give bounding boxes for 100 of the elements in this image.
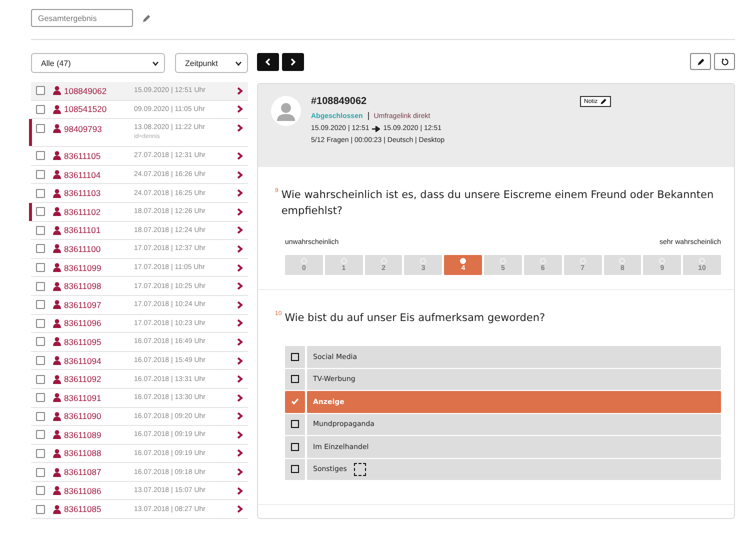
row-checkbox[interactable]: [36, 504, 45, 514]
row-checkbox[interactable]: [36, 124, 45, 134]
chevron-right-icon[interactable]: [237, 412, 243, 420]
chevron-right-icon[interactable]: [237, 430, 243, 439]
pencil-icon[interactable]: [142, 14, 151, 22]
chevron-right-icon[interactable]: [237, 105, 243, 114]
chevron-right-icon[interactable]: [237, 124, 243, 132]
person-icon: [53, 151, 61, 160]
person-icon: [53, 188, 61, 198]
row-checkbox[interactable]: [36, 263, 45, 272]
row-checkbox[interactable]: [36, 188, 45, 198]
option-checkbox: [291, 375, 299, 384]
row-checkbox[interactable]: [36, 468, 45, 477]
status-dropdown[interactable]: Alle (47): [31, 53, 165, 73]
reset-button[interactable]: [714, 53, 735, 70]
row-checkbox[interactable]: [36, 86, 45, 96]
chevron-right-icon[interactable]: [237, 264, 243, 272]
row-checkbox[interactable]: [36, 448, 45, 458]
response-id[interactable]: 83611096: [64, 318, 134, 328]
person-icon: [53, 86, 61, 96]
row-checkbox[interactable]: [36, 170, 45, 180]
response-id[interactable]: 83611085: [64, 504, 134, 514]
person-icon: [53, 207, 61, 216]
person-icon: [53, 486, 61, 496]
person-icon: [53, 104, 61, 114]
chevron-right-icon[interactable]: [237, 208, 243, 216]
chevron-right-icon[interactable]: [237, 375, 243, 384]
response-id[interactable]: 83611087: [64, 467, 134, 478]
row-checkbox[interactable]: [36, 356, 45, 366]
title-field[interactable]: Gesamtergebnis: [31, 9, 133, 27]
response-id[interactable]: 83611088: [64, 448, 134, 458]
chevron-right-icon[interactable]: [237, 319, 243, 328]
response-id[interactable]: 83611092: [64, 374, 134, 384]
row-checkbox[interactable]: [36, 226, 45, 235]
chevron-right-icon[interactable]: [237, 282, 243, 290]
chevron-right-icon[interactable]: [237, 189, 243, 198]
response-id[interactable]: 83611103: [64, 188, 134, 198]
chevron-right-icon[interactable]: [237, 170, 243, 179]
arrow-right-icon: [372, 126, 380, 132]
row-checkbox[interactable]: [36, 244, 45, 254]
response-id[interactable]: 98409793: [64, 124, 134, 134]
person-icon: [53, 468, 61, 477]
chevron-down-icon: [235, 60, 242, 66]
response-id[interactable]: 83611099: [64, 262, 134, 273]
response-id[interactable]: 83611098: [64, 281, 134, 292]
row-checkbox[interactable]: [36, 393, 45, 402]
response-id[interactable]: 83611102: [64, 206, 134, 217]
response-id[interactable]: 108541520: [64, 104, 134, 114]
chevron-right-icon[interactable]: [237, 394, 243, 402]
chevron-right-icon[interactable]: [237, 338, 243, 346]
row-checkbox[interactable]: [36, 300, 45, 310]
response-id[interactable]: 83611094: [64, 356, 134, 366]
pencil-icon: [600, 98, 607, 105]
row-checkbox[interactable]: [36, 151, 45, 160]
response-id[interactable]: 83611086: [64, 486, 134, 496]
response-id[interactable]: 83611091: [64, 392, 134, 403]
pencil-icon: [696, 58, 704, 66]
row-checkbox[interactable]: [36, 337, 45, 346]
person-icon: [53, 300, 61, 310]
chevron-right-icon[interactable]: [237, 226, 243, 234]
chevron-right-icon[interactable]: [237, 356, 243, 365]
chevron-right-icon[interactable]: [237, 300, 243, 309]
response-id[interactable]: 83611089: [64, 430, 134, 440]
chevron-right-icon[interactable]: [237, 505, 243, 514]
option-checkbox: [291, 420, 299, 428]
person-icon: [53, 448, 61, 458]
response-id[interactable]: 83611095: [64, 336, 134, 347]
chevron-down-icon: [152, 60, 159, 66]
response-id[interactable]: 83611100: [64, 244, 134, 254]
option-checkbox: [291, 352, 299, 361]
row-checkbox[interactable]: [36, 486, 45, 496]
sort-dropdown[interactable]: Zeitpunkt: [175, 53, 248, 73]
person-icon: [53, 430, 61, 440]
row-checkbox[interactable]: [36, 412, 45, 421]
response-id[interactable]: 83611104: [64, 170, 134, 180]
row-checkbox[interactable]: [36, 374, 45, 384]
person-icon: [53, 504, 61, 514]
chevron-right-icon[interactable]: [237, 244, 243, 253]
person-icon: [53, 263, 61, 272]
response-id[interactable]: 83611101: [64, 225, 134, 236]
avatar-icon: [271, 96, 301, 126]
previous-button[interactable]: [257, 53, 279, 71]
response-id[interactable]: 83611090: [64, 411, 134, 422]
response-id[interactable]: 108849062: [64, 86, 134, 96]
chevron-right-icon[interactable]: [237, 152, 243, 160]
edit-button[interactable]: [690, 53, 711, 70]
next-button[interactable]: [282, 53, 304, 71]
row-checkbox[interactable]: [36, 207, 45, 216]
chevron-right-icon[interactable]: [237, 468, 243, 476]
row-checkbox[interactable]: [36, 430, 45, 440]
row-checkbox[interactable]: [36, 318, 45, 328]
person-icon: [53, 412, 61, 421]
other-input-field[interactable]: [354, 462, 366, 476]
chevron-right-icon[interactable]: [237, 449, 243, 458]
response-id[interactable]: 83611097: [64, 300, 134, 310]
response-id[interactable]: 83611105: [64, 150, 134, 161]
row-checkbox[interactable]: [36, 282, 45, 291]
chevron-right-icon[interactable]: [237, 486, 243, 495]
chevron-right-icon[interactable]: [237, 86, 243, 95]
row-checkbox[interactable]: [36, 104, 45, 114]
